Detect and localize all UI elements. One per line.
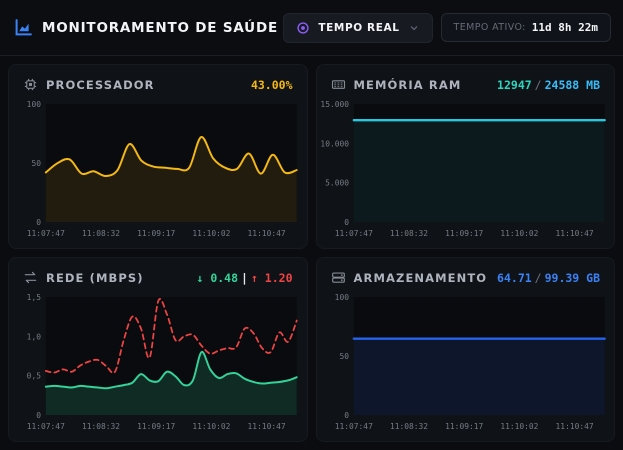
- panel-processor-header: PROCESSADOR 43.00%: [23, 77, 293, 92]
- svg-text:11:07:47: 11:07:47: [27, 229, 65, 238]
- page-title: MONITORAMENTO DE SAÚDE: [42, 19, 278, 36]
- svg-text:50: 50: [31, 159, 41, 168]
- panel-title: ARMAZENAMENTO: [353, 270, 488, 285]
- panel-title: REDE (MBPS): [46, 270, 144, 285]
- panel-processor: PROCESSADOR 43.00% 100 50 0 11:07:47 11:08:3…: [8, 64, 308, 249]
- storage-total: 99.39 GB: [544, 270, 600, 285]
- svg-text:11:10:02: 11:10:02: [500, 229, 538, 238]
- svg-text:11:08:32: 11:08:32: [82, 229, 120, 238]
- memory-module-icon: [331, 80, 345, 89]
- cpu-chart: 100 50 0 11:07:47 11:08:32 11:09:17 11:10:02 11…: [13, 94, 303, 240]
- panel-memory: MEMÓRIA RAM 12947/24588 MB 15.000 10.000 5…: [315, 64, 615, 249]
- upload-rate: ↑ 1.20: [250, 270, 293, 285]
- svg-text:11:09:17: 11:09:17: [137, 422, 175, 431]
- ram-chart: 15.000 10.000 5.000 0 11:07:47 11:08:32 11:09:…: [321, 94, 611, 240]
- svg-text:11:08:32: 11:08:32: [389, 229, 427, 238]
- svg-text:11:10:47: 11:10:47: [555, 229, 593, 238]
- brand: MONITORAMENTO DE SAÚDE: [14, 18, 278, 37]
- svg-text:5.000: 5.000: [325, 179, 349, 188]
- storage-separator: /: [534, 270, 542, 285]
- ram-usage-value: 12947/24588 MB: [497, 78, 600, 92]
- svg-text:15.000: 15.000: [321, 100, 349, 109]
- panel-storage: ARMAZENAMENTO 64.71/99.39 GB 100 50 0 11:07…: [315, 257, 615, 442]
- panel-title: MEMÓRIA RAM: [353, 77, 462, 92]
- svg-text:1,0: 1,0: [27, 332, 41, 341]
- svg-text:11:10:02: 11:10:02: [192, 229, 230, 238]
- uptime-label: TEMPO ATIVO:: [453, 22, 526, 33]
- svg-text:11:10:47: 11:10:47: [248, 422, 286, 431]
- chevron-down-icon[interactable]: [408, 22, 420, 34]
- header: MONITORAMENTO DE SAÚDE TEMPO REAL TEMPO …: [0, 0, 623, 56]
- svg-text:11:10:47: 11:10:47: [248, 229, 286, 238]
- mode-label: TEMPO REAL: [318, 21, 400, 34]
- transfer-arrows-icon: [24, 271, 37, 284]
- uptime-value: 11d 8h 22m: [531, 21, 598, 34]
- ram-total: 24588 MB: [544, 77, 600, 92]
- svg-text:11:08:32: 11:08:32: [389, 422, 427, 431]
- svg-text:11:10:02: 11:10:02: [500, 422, 538, 431]
- svg-text:11:07:47: 11:07:47: [334, 422, 372, 431]
- svg-text:0,5: 0,5: [27, 372, 41, 381]
- network-rates-value: ↓ 0.48 | ↑ 1.20: [196, 271, 292, 285]
- header-controls: TEMPO REAL TEMPO ATIVO: 11d 8h 22m: [283, 12, 611, 43]
- svg-text:11:09:17: 11:09:17: [445, 422, 483, 431]
- panel-title: PROCESSADOR: [46, 77, 155, 92]
- panels-grid: PROCESSADOR 43.00% 100 50 0 11:07:47 11:08:3…: [0, 56, 623, 450]
- ram-separator: /: [534, 77, 542, 92]
- ram-used: 12947: [497, 77, 532, 92]
- mode-dropdown[interactable]: TEMPO REAL: [283, 12, 433, 43]
- download-rate: ↓ 0.48: [196, 270, 239, 285]
- svg-text:11:07:47: 11:07:47: [334, 229, 372, 238]
- svg-text:100: 100: [334, 293, 348, 302]
- svg-text:100: 100: [27, 100, 41, 109]
- cpu-usage-value: 43.00%: [250, 77, 293, 92]
- svg-text:10.000: 10.000: [321, 139, 349, 148]
- svg-text:11:09:17: 11:09:17: [137, 229, 175, 238]
- svg-text:11:10:47: 11:10:47: [555, 422, 593, 431]
- storage-usage-value: 64.71/99.39 GB: [497, 271, 600, 285]
- svg-text:11:10:02: 11:10:02: [192, 422, 230, 431]
- storage-used: 64.71: [497, 270, 532, 285]
- panel-network-header: REDE (MBPS) ↓ 0.48 | ↑ 1.20: [23, 270, 293, 285]
- svg-text:11:08:32: 11:08:32: [82, 422, 120, 431]
- svg-text:0: 0: [36, 411, 41, 420]
- panel-network: REDE (MBPS) ↓ 0.48 | ↑ 1.20 1,5 1,0 0,5 0 11:0…: [8, 257, 308, 442]
- record-circle-icon: [297, 21, 309, 34]
- svg-text:0: 0: [344, 218, 349, 227]
- uptime-badge: TEMPO ATIVO: 11d 8h 22m: [440, 13, 611, 42]
- panel-memory-header: MEMÓRIA RAM 12947/24588 MB: [331, 77, 600, 92]
- health-dashboard: MONITORAMENTO DE SAÚDE TEMPO REAL TEMPO …: [0, 0, 623, 450]
- area-chart-icon: [15, 19, 32, 36]
- svg-text:11:07:47: 11:07:47: [27, 422, 65, 431]
- svg-text:50: 50: [339, 352, 349, 361]
- network-chart: 1,5 1,0 0,5 0 11:07:47 11:08:32 11:09:17 11:10:…: [13, 287, 303, 433]
- cpu-chip-icon: [24, 78, 37, 91]
- rate-separator: |: [241, 270, 248, 285]
- svg-text:0: 0: [36, 218, 41, 227]
- panel-storage-header: ARMAZENAMENTO 64.71/99.39 GB: [331, 270, 600, 285]
- storage-chart: 100 50 0 11:07:47 11:08:32 11:09:17 11:10:02 11…: [321, 287, 611, 433]
- svg-text:1,5: 1,5: [27, 293, 41, 302]
- storage-drive-icon: [331, 272, 345, 283]
- svg-text:0: 0: [344, 411, 349, 420]
- svg-text:11:09:17: 11:09:17: [445, 229, 483, 238]
